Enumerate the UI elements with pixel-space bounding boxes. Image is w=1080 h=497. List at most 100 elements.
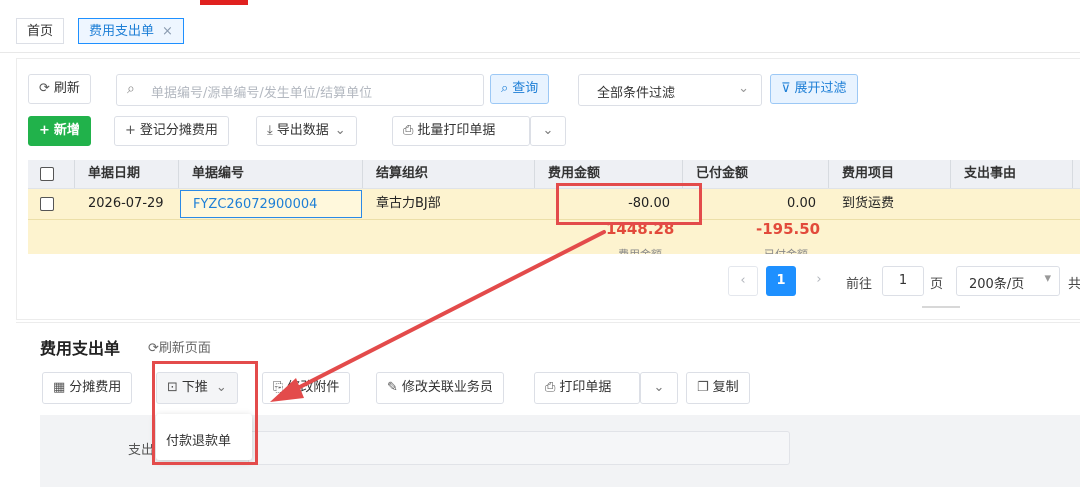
search-placeholder: 单据编号/源单编号/发生单位/结算单位 [151, 86, 373, 101]
chevron-down-icon: ⌄ [653, 380, 665, 395]
app-logo [0, 0, 260, 8]
col-date[interactable]: 单据日期 [88, 160, 140, 188]
print-button[interactable]: ⎙ 打印单据 [534, 372, 640, 404]
amount-total: 1448.28 [606, 220, 675, 238]
filter-select[interactable]: 全部条件过滤 ⌄ [578, 74, 762, 106]
push-icon: ⊡ [167, 380, 178, 395]
page-size-select[interactable]: 200条/页 ▾ [956, 266, 1060, 296]
refresh-icon: ⟳ [39, 81, 50, 96]
push-down-label: 下推 [181, 380, 208, 395]
page-input-value: 1 [898, 273, 908, 288]
paid-total-label: 已付金额 [764, 246, 808, 254]
chevron-down-icon: ⌄ [542, 123, 554, 138]
tab-bar: 首页 费用支出单 × [0, 12, 1080, 53]
modify-attachment-button[interactable]: ⎘ 修改附件 [262, 372, 351, 404]
plus-icon: + [39, 123, 50, 138]
attachment-icon: ⎘ [273, 380, 284, 395]
col-number[interactable]: 单据编号 [192, 160, 244, 188]
expand-filter-button[interactable]: ⊽ 展开过滤 [770, 74, 858, 104]
copy-label: 复制 [712, 380, 739, 395]
total-prefix: 共 [1068, 277, 1080, 292]
col-paid[interactable]: 已付金额 [696, 160, 748, 188]
col-org[interactable]: 结算组织 [376, 160, 428, 188]
refresh-button[interactable]: ⟳ 刷新 [28, 74, 91, 104]
field-label: 支出 [128, 443, 155, 458]
funnel-icon: ⊽ [781, 81, 791, 96]
plus-icon: + [125, 123, 136, 138]
batch-print-dropdown[interactable]: ⌄ [530, 116, 566, 146]
search-icon: ⌕ [501, 81, 509, 96]
next-page-button[interactable]: › [804, 266, 834, 296]
table-row[interactable]: 2026-07-29 FYZC26072900004 章古力BJ部 -80.00… [28, 189, 1080, 220]
detail-section: 费用支出单 ⟳刷新页面 支出 [16, 322, 1080, 497]
printer-icon: ⎙ [545, 380, 556, 395]
printer-icon: ⎙ [403, 123, 414, 138]
allocate-button[interactable]: ▦ 分摊费用 [42, 372, 133, 404]
close-icon[interactable]: × [162, 24, 173, 39]
copy-icon: ❐ [697, 380, 709, 395]
chevron-down-icon: ⌄ [215, 380, 227, 395]
chevron-down-icon: ⌄ [738, 81, 749, 96]
cell-org: 章古力BJ部 [376, 196, 441, 211]
modify-sales-button[interactable]: ✎ 修改关联业务员 [376, 372, 504, 404]
row-checkbox[interactable] [40, 197, 54, 211]
col-item[interactable]: 费用项目 [842, 160, 894, 188]
paid-total: -195.50 [756, 220, 821, 238]
cell-paid: 0.00 [787, 196, 816, 211]
print-dropdown[interactable]: ⌄ [640, 372, 678, 404]
download-icon: ⤓ [267, 123, 273, 138]
logo-bar [200, 0, 248, 5]
detail-title: 费用支出单 [40, 339, 121, 358]
register-allocation-button[interactable]: + 登记分摊费用 [114, 116, 229, 146]
push-down-button[interactable]: ⊡ 下推 ⌄ [156, 372, 238, 404]
pencil-icon: ✎ [387, 380, 398, 395]
filter-select-value: 全部条件过滤 [597, 86, 676, 101]
query-label: 查询 [512, 81, 539, 96]
refresh-icon: ⟳ [148, 341, 159, 356]
register-allocation-label: 登记分摊费用 [139, 123, 218, 138]
refresh-page-label: 刷新页面 [158, 341, 211, 356]
add-button[interactable]: + 新增 [28, 116, 91, 146]
export-label: 导出数据 [276, 123, 329, 138]
page-input[interactable]: 1 [882, 266, 924, 296]
menu-item-payment-refund[interactable]: 付款退款单 [166, 430, 231, 449]
col-amount[interactable]: 费用金额 [548, 160, 600, 188]
print-label: 打印单据 [559, 380, 612, 395]
add-label: 新增 [53, 123, 80, 138]
amount-total-label: 费用金额 [618, 246, 662, 254]
copy-button[interactable]: ❐ 复制 [686, 372, 750, 404]
col-reason[interactable]: 支出事由 [964, 160, 1016, 188]
batch-print-button[interactable]: ⎙ 批量打印单据 [392, 116, 530, 146]
search-icon: ⌕ [127, 81, 135, 97]
tab-expense-label: 费用支出单 [89, 24, 155, 39]
page-unit: 页 [930, 277, 944, 292]
tab-home[interactable]: 首页 [16, 18, 65, 44]
goto-label: 前往 [846, 277, 873, 292]
chevron-down-icon: ⌄ [334, 123, 346, 138]
tab-expense-out[interactable]: 费用支出单 × [78, 18, 184, 44]
chevron-down-icon: ▾ [1044, 271, 1051, 286]
calculator-icon: ▦ [53, 380, 66, 395]
table-header: 单据日期 单据编号 结算组织 费用金额 已付金额 费用项目 支出事由 [28, 160, 1080, 189]
current-page[interactable]: 1 [766, 266, 796, 296]
prev-page-button[interactable]: ‹ [728, 266, 758, 296]
allocate-label: 分摊费用 [69, 380, 122, 395]
refresh-page-link[interactable]: ⟳刷新页面 [148, 337, 211, 356]
cell-date: 2026-07-29 [88, 196, 164, 211]
search-input[interactable]: ⌕ 单据编号/源单编号/发生单位/结算单位 [116, 74, 484, 106]
batch-print-label: 批量打印单据 [417, 123, 496, 138]
cell-number[interactable]: FYZC26072900004 [180, 190, 362, 218]
modify-sales-label: 修改关联业务员 [401, 380, 493, 395]
refresh-label: 刷新 [53, 81, 80, 96]
modify-attachment-label: 修改附件 [287, 380, 340, 395]
cell-item: 到货运费 [842, 196, 895, 211]
form-field[interactable] [248, 431, 790, 465]
export-button[interactable]: ⤓ 导出数据 ⌄ [256, 116, 357, 146]
query-button[interactable]: ⌕ 查询 [490, 74, 550, 104]
push-down-menu: 付款退款单 [156, 414, 252, 460]
select-all-checkbox[interactable] [40, 167, 54, 181]
scroll-indicator[interactable] [922, 306, 960, 308]
cell-amount: -80.00 [628, 196, 670, 211]
page-size-value: 200条/页 [969, 277, 1025, 292]
expand-filter-label: 展开过滤 [794, 81, 847, 96]
